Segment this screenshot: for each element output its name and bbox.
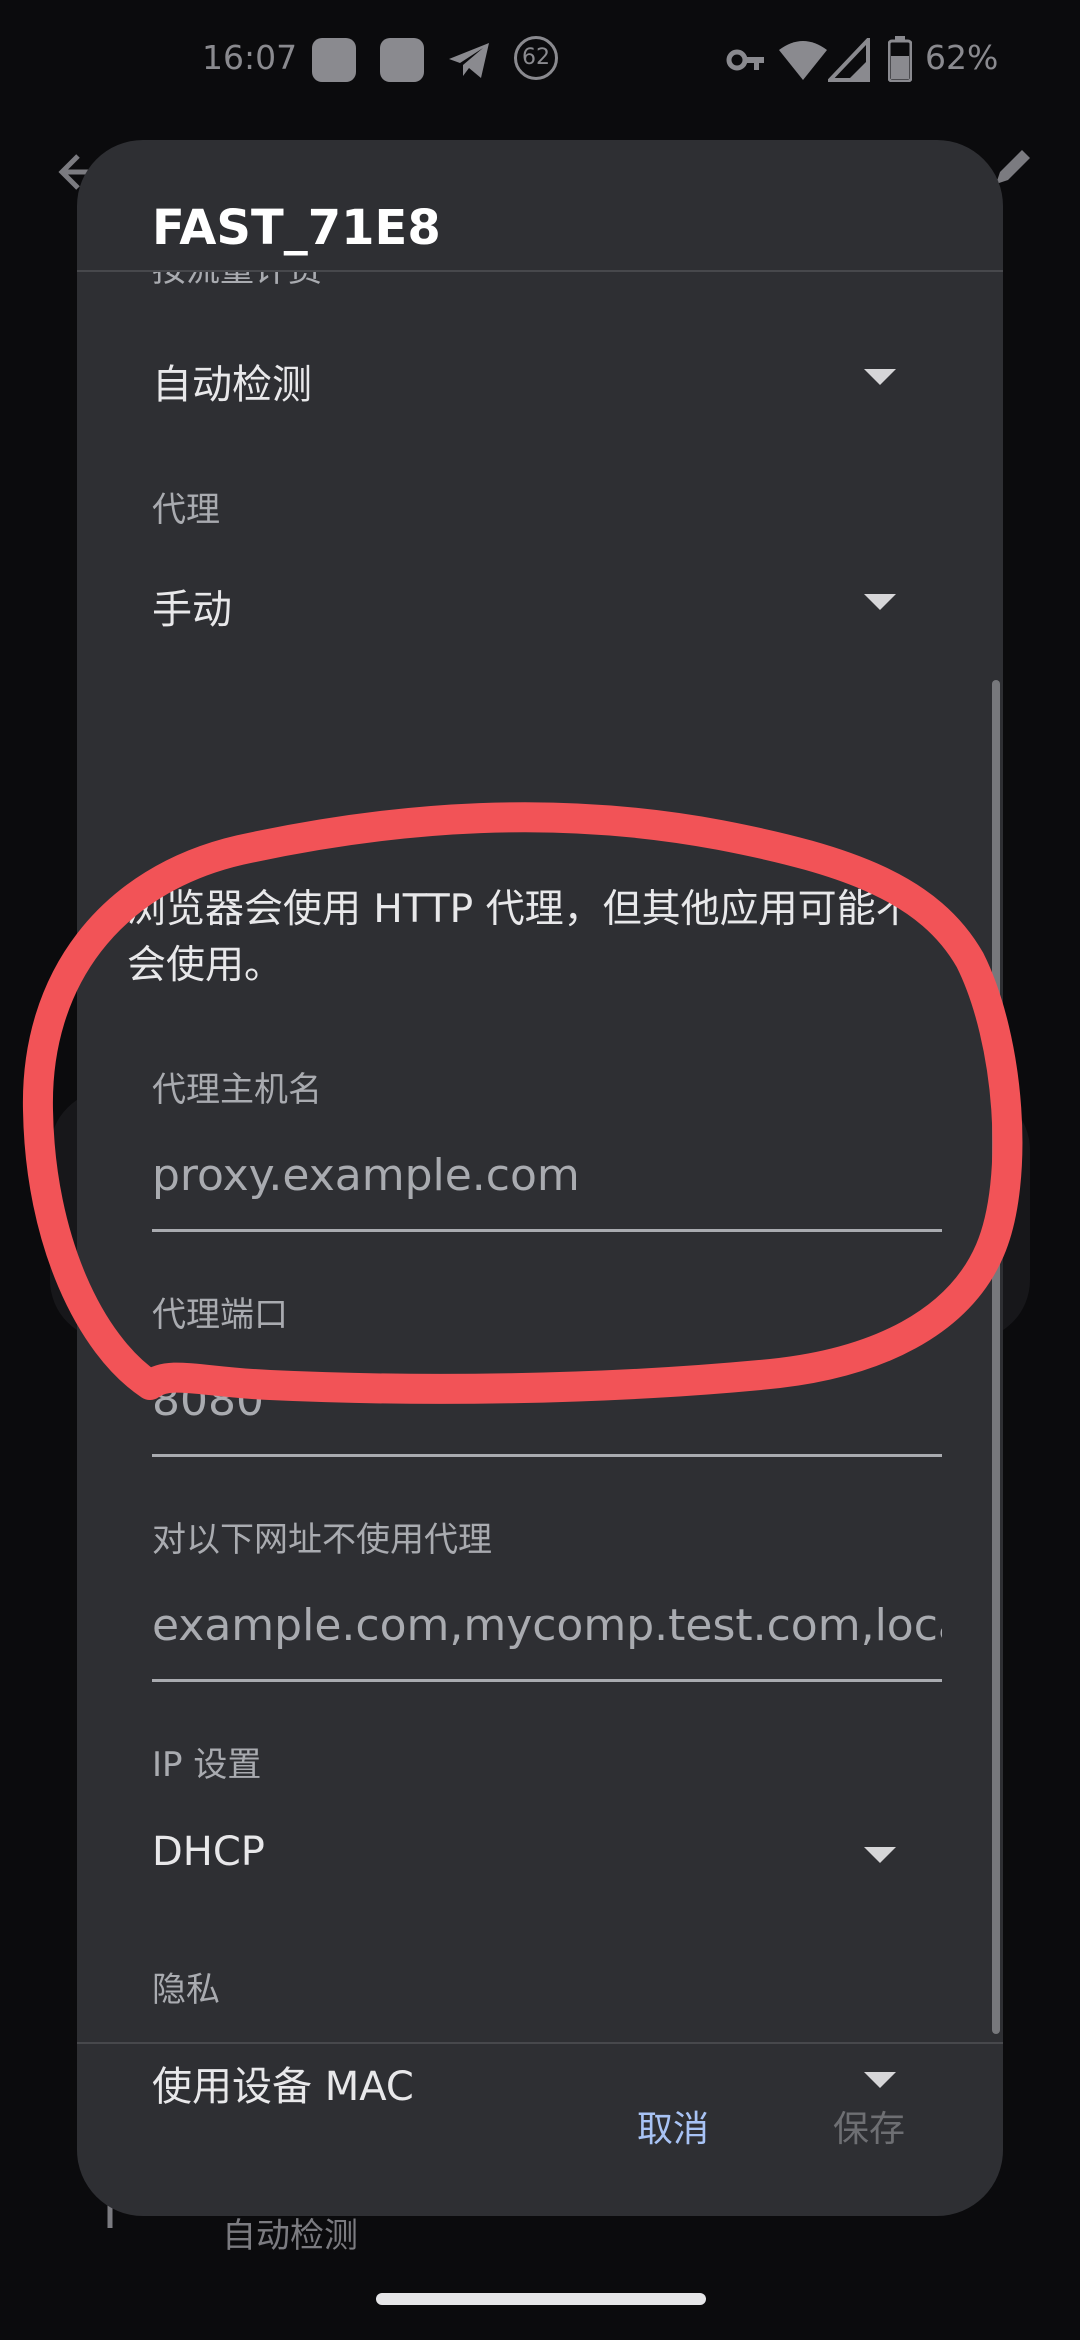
proxy-host-underline: [152, 1229, 942, 1232]
chevron-down-icon: [864, 1847, 896, 1863]
battery-percentage: 62%: [925, 38, 999, 77]
proxy-port-input[interactable]: 8080: [152, 1375, 942, 1426]
cellular-signal-icon: [828, 38, 870, 82]
ip-settings-value: DHCP: [152, 1829, 265, 1875]
bypass-input[interactable]: example.com,mycomp.test.com,localhost: [152, 1600, 942, 1651]
proxy-label: 代理: [152, 490, 220, 530]
vpn-key-icon: [726, 49, 764, 71]
dialog-title: FAST_71E8: [152, 200, 441, 256]
app-notification-icon: [380, 38, 424, 82]
privacy-value: 使用设备 MAC: [152, 2064, 414, 2110]
chevron-down-icon: [864, 2072, 896, 2088]
ip-settings-label: IP 设置: [152, 1745, 262, 1785]
battery-icon: [888, 36, 912, 82]
home-indicator[interactable]: [376, 2293, 706, 2305]
scrollbar[interactable]: [992, 680, 1000, 2034]
bypass-underline: [152, 1679, 942, 1682]
status-time: 16:07: [202, 38, 298, 77]
status-bar: 16:07 62 62%: [0, 0, 1080, 118]
privacy-label: 隐私: [152, 1970, 220, 2010]
telegram-icon: [449, 43, 489, 78]
metered-value: 自动检测: [152, 362, 312, 408]
proxy-host-label: 代理主机名: [152, 1070, 322, 1110]
dialog-scroll-area[interactable]: 按流量计费 自动检测 代理 手动 浏览器会使用 HTTP 代理，但其他应用可能不…: [77, 272, 1003, 2178]
buttons-divider: [77, 2042, 1003, 2044]
bypass-label: 对以下网址不使用代理: [152, 1520, 492, 1560]
proxy-value: 手动: [152, 587, 232, 633]
cancel-button[interactable]: 取消: [637, 2100, 709, 2152]
app-notification-icon: [312, 38, 356, 82]
wifi-icon: [779, 41, 827, 80]
proxy-note: 浏览器会使用 HTTP 代理，但其他应用可能不会使用。: [127, 887, 915, 988]
chevron-down-icon: [864, 594, 896, 610]
metered-label: 按流量计费: [152, 272, 322, 291]
save-button[interactable]: 保存: [833, 2100, 905, 2152]
proxy-port-underline: [152, 1454, 942, 1457]
chevron-down-icon: [864, 369, 896, 385]
network-details-dialog: FAST_71E8 按流量计费 自动检测 代理 手动 浏览器会使用 HTTP 代…: [77, 140, 1003, 2216]
proxy-host-input[interactable]: proxy.example.com: [152, 1150, 942, 1201]
proxy-port-label: 代理端口: [152, 1295, 288, 1335]
notification-count-badge: 62: [514, 36, 558, 80]
